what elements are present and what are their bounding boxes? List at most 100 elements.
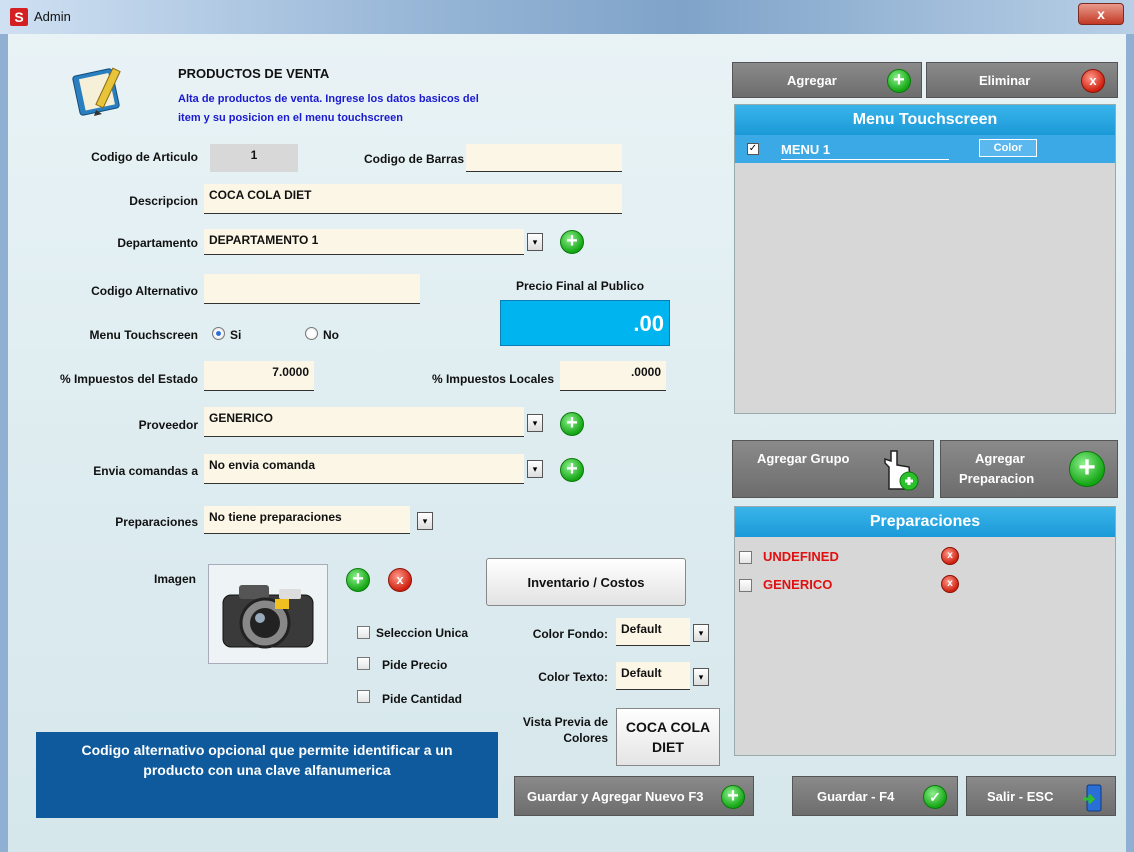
x-icon: x: [1081, 69, 1105, 93]
menu-touch-si-label: Si: [230, 328, 242, 342]
seleccion-unica-label: Seleccion Unica: [376, 626, 469, 640]
codigo-barras-field[interactable]: [466, 144, 622, 172]
remove-prep-item-button[interactable]: x: [941, 547, 959, 565]
menu-touch-si-radio[interactable]: [212, 327, 225, 340]
add-image-button[interactable]: +: [346, 568, 370, 592]
color-fondo-label: Color Fondo:: [532, 627, 608, 641]
menu-touchscreen-panel: Menu Touchscreen ✓ MENU 1 Color: [734, 104, 1116, 414]
guardar-label: Guardar - F4: [817, 789, 895, 804]
envia-comandas-label: Envia comandas a: [93, 464, 198, 478]
pide-precio-checkbox[interactable]: [357, 657, 370, 670]
agregar-preparacion-label-2: Preparacion: [959, 471, 1035, 486]
codigo-barras-label: Codigo de Barras: [363, 152, 464, 166]
add-proveedor-button[interactable]: +: [560, 412, 584, 436]
form-content: PRODUCTOS DE VENTA Alta de productos de …: [8, 34, 1126, 852]
guardar-agregar-nuevo-button[interactable]: Guardar y Agregar Nuevo F3 +: [514, 776, 754, 816]
descripcion-label: Descripcion: [129, 194, 198, 208]
salir-label: Salir - ESC: [987, 789, 1054, 804]
codigo-articulo-field[interactable]: 1: [210, 144, 298, 172]
guardar-button[interactable]: Guardar - F4 ✓: [792, 776, 958, 816]
agregar-preparacion-label-1: Agregar: [975, 451, 1025, 466]
impuestos-estado-label: % Impuestos del Estado: [59, 372, 198, 386]
menu-item-row[interactable]: ✓ MENU 1 Color: [735, 135, 1115, 163]
close-button[interactable]: x: [1078, 3, 1124, 25]
prep-item-label: UNDEFINED: [763, 549, 839, 564]
menu-touchscreen-label: Menu Touchscreen: [89, 328, 198, 342]
precio-field[interactable]: .00: [500, 300, 670, 346]
add-envia-comandas-button[interactable]: +: [560, 458, 584, 482]
help-hint-box: Codigo alternativo opcional que permite …: [36, 732, 498, 818]
agregar-menu-label: Agregar: [787, 73, 837, 88]
codigo-alternativo-field[interactable]: [204, 274, 420, 304]
pide-cantidad-label: Pide Cantidad: [382, 692, 463, 706]
remove-image-button[interactable]: x: [388, 568, 412, 592]
vista-previa-box: COCA COLA DIET: [616, 708, 720, 766]
envia-comandas-select[interactable]: No envia comanda: [204, 454, 524, 484]
plus-icon: +: [887, 69, 911, 93]
seleccion-unica-checkbox[interactable]: [357, 626, 370, 639]
menu-touch-no-radio[interactable]: [305, 327, 318, 340]
check-icon: ✓: [923, 785, 947, 809]
inventario-costos-button[interactable]: Inventario / Costos: [486, 558, 686, 606]
prep-item-checkbox[interactable]: [739, 551, 752, 564]
vista-previa-text-2: DIET: [652, 739, 684, 755]
imagen-label: Imagen: [153, 572, 196, 586]
page-subtitle-2: item y su posicion en el menu touchscree…: [178, 112, 403, 124]
pide-cantidad-checkbox[interactable]: [357, 690, 370, 703]
color-texto-select[interactable]: Default: [616, 662, 690, 690]
impuestos-locales-field[interactable]: .0000: [560, 361, 666, 391]
preparaciones-dropdown-arrow[interactable]: ▾: [417, 512, 433, 530]
app-icon: S: [10, 8, 28, 26]
vista-previa-label-2: Colores: [563, 731, 608, 745]
guardar-agregar-nuevo-label: Guardar y Agregar Nuevo F3: [527, 789, 704, 804]
page-subtitle-1: Alta de productos de venta. Ingrese los …: [178, 93, 479, 105]
prep-item-checkbox[interactable]: [739, 579, 752, 592]
descripcion-field[interactable]: COCA COLA DIET: [204, 184, 622, 214]
agregar-grupo-button[interactable]: Agregar Grupo: [732, 440, 934, 498]
preparaciones-label: Preparaciones: [115, 515, 198, 529]
proveedor-label: Proveedor: [138, 418, 198, 432]
agregar-grupo-label: Agregar Grupo: [757, 451, 850, 466]
add-departamento-button[interactable]: +: [560, 230, 584, 254]
codigo-alternativo-label: Codigo Alternativo: [91, 284, 198, 298]
notebook-icon: [66, 62, 136, 120]
preparaciones-panel: Preparaciones UNDEFINED x GENERICO x: [734, 506, 1116, 756]
departamento-dropdown-arrow[interactable]: ▾: [527, 233, 543, 251]
pide-precio-label: Pide Precio: [382, 658, 448, 672]
envia-comandas-dropdown-arrow[interactable]: ▾: [527, 460, 543, 478]
eliminar-menu-button[interactable]: Eliminar x: [926, 62, 1118, 98]
color-texto-dropdown-arrow[interactable]: ▾: [693, 668, 709, 686]
product-image[interactable]: [208, 564, 328, 664]
help-hint-line1: Codigo alternativo opcional que permite …: [81, 742, 453, 758]
departamento-select[interactable]: DEPARTAMENTO 1: [204, 229, 524, 255]
eliminar-menu-label: Eliminar: [979, 73, 1031, 88]
remove-prep-item-button[interactable]: x: [941, 575, 959, 593]
departamento-label: Departamento: [117, 236, 198, 250]
proveedor-select[interactable]: GENERICO: [204, 407, 524, 437]
agregar-menu-button[interactable]: Agregar +: [732, 62, 922, 98]
impuestos-estado-field[interactable]: 7.0000: [204, 361, 314, 391]
vista-previa-label: Vista Previa de Colores: [516, 714, 608, 746]
exit-door-icon: [1083, 784, 1102, 812]
help-hint-line2: producto con una clave alfanumerica: [143, 762, 391, 778]
prep-item-label: GENERICO: [763, 577, 833, 592]
color-fondo-select[interactable]: Default: [616, 618, 690, 646]
hand-pointer-icon: [884, 450, 919, 491]
agregar-preparacion-button[interactable]: Agregar Preparacion +: [940, 440, 1118, 498]
menu-touchscreen-header: Menu Touchscreen: [735, 105, 1115, 135]
title-bar: S Admin x: [0, 0, 1134, 34]
color-fondo-dropdown-arrow[interactable]: ▾: [693, 624, 709, 642]
camera-icon: [222, 585, 314, 649]
color-texto-label: Color Texto:: [538, 670, 608, 684]
vista-previa-text-1: COCA COLA: [625, 719, 711, 735]
menu-item-color-button[interactable]: Color: [979, 139, 1037, 157]
window-border-right: [1126, 34, 1134, 852]
menu-item-checkbox[interactable]: ✓: [747, 143, 759, 155]
codigo-articulo-label: Codigo de Articulo: [91, 150, 198, 164]
vista-previa-label-1: Vista Previa de: [522, 715, 608, 729]
preparaciones-select[interactable]: No tiene preparaciones: [204, 506, 410, 534]
window-title: Admin: [34, 9, 71, 24]
salir-button[interactable]: Salir - ESC: [966, 776, 1116, 816]
proveedor-dropdown-arrow[interactable]: ▾: [527, 414, 543, 432]
impuestos-locales-label: % Impuestos Locales: [431, 372, 554, 386]
